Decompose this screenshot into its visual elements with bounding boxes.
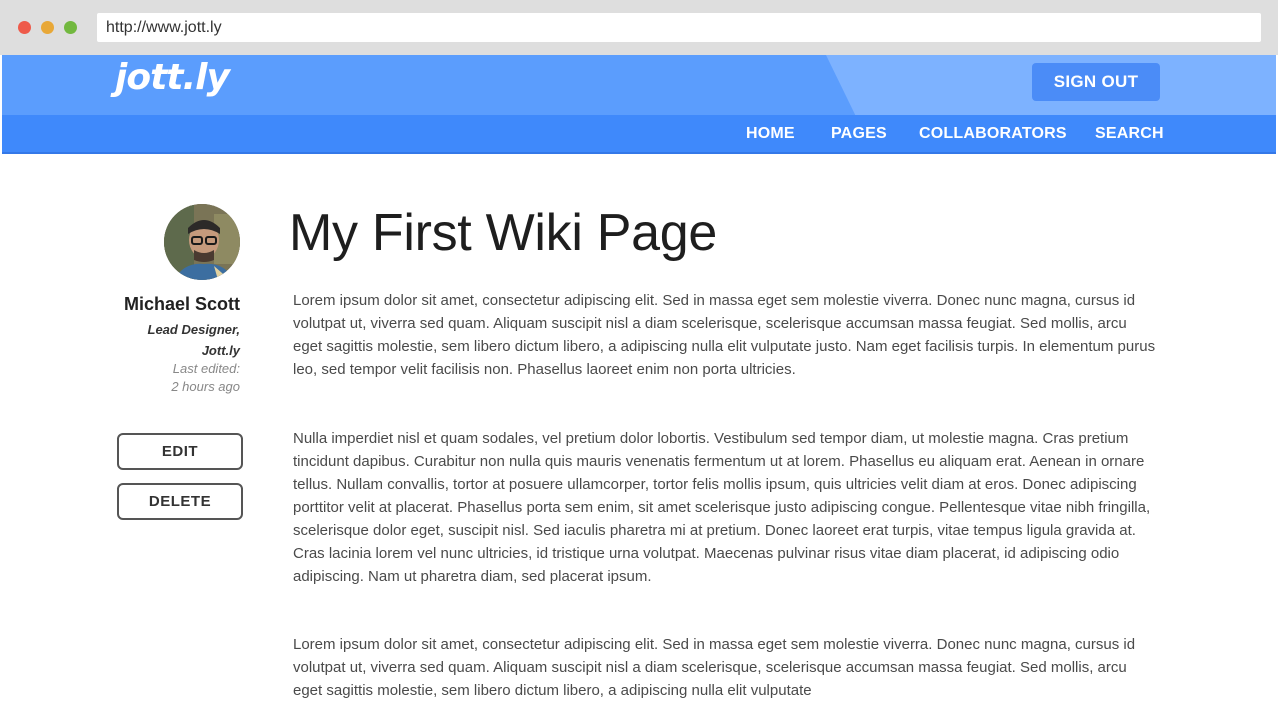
address-bar[interactable]: http://www.jott.ly [97, 13, 1261, 42]
page-viewport: jott.ly SIGN OUT HOME PAGES COLLABORATOR… [2, 55, 1276, 709]
author-name: Michael Scott [123, 294, 240, 314]
author-role-company: Jott.ly [201, 343, 240, 358]
nav-item-search[interactable]: SEARCH [1095, 115, 1164, 152]
delete-button[interactable]: DELETE [117, 483, 243, 520]
author-role: Lead Designer, Jott.ly [92, 319, 240, 361]
last-edited-time: 2 hours ago [171, 379, 240, 394]
minimize-window-icon[interactable] [41, 21, 54, 34]
avatar[interactable] [164, 204, 240, 280]
body-paragraph: Nulla imperdiet nisl et quam sodales, ve… [293, 430, 1151, 585]
close-window-icon[interactable] [18, 21, 31, 34]
body-paragraph: Lorem ipsum dolor sit amet, consectetur … [293, 292, 1156, 378]
sign-out-button[interactable]: SIGN OUT [1032, 63, 1160, 101]
avatar-portrait-icon [164, 204, 240, 280]
nav-divider [2, 152, 1276, 154]
maximize-window-icon[interactable] [64, 21, 77, 34]
last-edited-label: Last edited: [172, 361, 240, 376]
last-edited: Last edited: 2 hours ago [92, 360, 240, 396]
brand-logo[interactable]: jott.ly [115, 57, 230, 98]
nav-item-pages[interactable]: PAGES [831, 115, 887, 152]
edit-button[interactable]: EDIT [117, 433, 243, 470]
top-header: jott.ly SIGN OUT [2, 55, 1276, 115]
author-role-title: Lead Designer, [147, 322, 240, 337]
body-paragraph: Lorem ipsum dolor sit amet, consectetur … [293, 636, 1136, 699]
page-title: My First Wiki Page [289, 204, 717, 262]
nav-item-collaborators[interactable]: COLLABORATORS [919, 115, 1067, 152]
browser-chrome: http://www.jott.ly [0, 0, 1278, 55]
main-nav: HOME PAGES COLLABORATORS SEARCH [2, 115, 1276, 152]
nav-item-home[interactable]: HOME [746, 115, 795, 152]
